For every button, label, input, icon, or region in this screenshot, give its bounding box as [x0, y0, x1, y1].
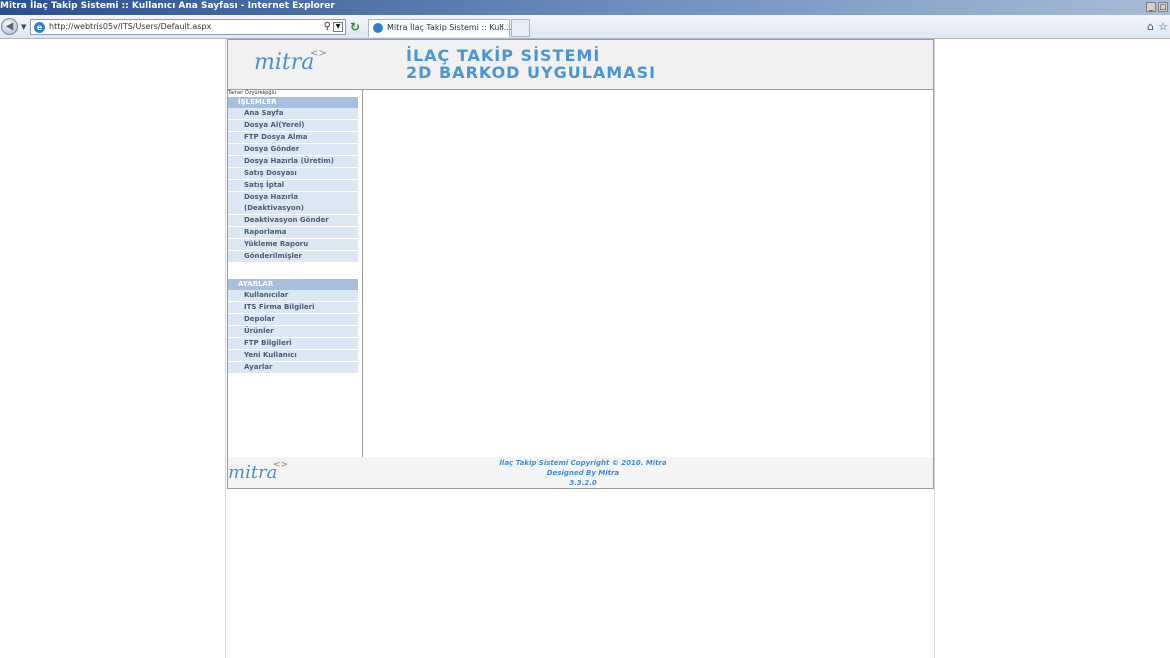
favorites-star-icon[interactable]: ☆	[1158, 20, 1168, 33]
address-bar[interactable]: e http://webtris05v/ITS/Users/Default.as…	[30, 19, 346, 35]
menu-item-ftp-bilgileri[interactable]: FTP Bilgileri	[228, 338, 358, 350]
site-header: mitra <> İLAÇ TAKİP SİSTEMİ 2D BARKOD UY…	[228, 40, 933, 90]
menu-item-dosya-al-yerel[interactable]: Dosya Al(Yerel)	[228, 120, 358, 132]
sidebar: Tamer Özyürekoğlu İŞLEMLER Ana Sayfa Dos…	[228, 90, 363, 457]
back-icon[interactable]: ◀	[1, 18, 18, 35]
minimize-button[interactable]: _	[1146, 2, 1156, 12]
main-content	[364, 90, 933, 457]
menu-item-depolar[interactable]: Depolar	[228, 314, 358, 326]
menu-item-dosya-hazirla-uretim[interactable]: Dosya Hazırla (Üretim)	[228, 156, 358, 168]
window-title: Mitra İlaç Takip Sistemi :: Kullanıcı An…	[0, 1, 335, 11]
close-tab-icon[interactable]: ×	[498, 22, 505, 31]
tab-title[interactable]: Mitra İlaç Takip Sistemi :: Kull...	[387, 23, 511, 32]
history-dropdown-icon[interactable]: ▼	[21, 23, 26, 31]
menu-islemler: İŞLEMLER Ana Sayfa Dosya Al(Yerel) FTP D…	[228, 97, 358, 263]
browser-navbar: ◀ ▼ e http://webtris05v/ITS/Users/Defaul…	[0, 15, 1170, 39]
menu-item-dosya-gonder[interactable]: Dosya Gönder	[228, 144, 358, 156]
footer-text: İlaç Takip Sistemi Copyright © 2010. Mit…	[428, 458, 738, 488]
menu-header-ayarlar: AYARLAR	[228, 279, 358, 290]
window-titlebar: Mitra İlaç Takip Sistemi :: Kullanıcı An…	[0, 0, 1170, 15]
site-container: mitra <> İLAÇ TAKİP SİSTEMİ 2D BARKOD UY…	[227, 39, 934, 489]
menu-item-urunler[interactable]: Ürünler	[228, 326, 358, 338]
menu-item-its-firma-bilgileri[interactable]: ITS Firma Bilgileri	[228, 302, 358, 314]
app-title: İLAÇ TAKİP SİSTEMİ 2D BARKOD UYGULAMASI	[406, 47, 656, 81]
mitra-logo: mitra	[254, 50, 315, 75]
address-dropdown-icon[interactable]: ▼	[333, 22, 343, 32]
window-controls: _ □	[1146, 2, 1168, 12]
footer-logo-mark: <>	[273, 460, 289, 470]
ie-page-icon: e	[34, 22, 45, 33]
menu-header-islemler: İŞLEMLER	[228, 97, 358, 108]
menu-item-satis-dosyasi[interactable]: Satış Dosyası	[228, 168, 358, 180]
browser-tab[interactable]: Mitra İlaç Takip Sistemi :: Kull... ×	[368, 19, 511, 37]
new-tab-button[interactable]	[511, 19, 530, 37]
menu-item-dosya-hazirla-deaktivasyon[interactable]: Dosya Hazırla (Deaktivasyon)	[228, 192, 358, 215]
refresh-icon[interactable]: ↻	[350, 20, 360, 34]
logged-in-user: Tamer Özyürekoğlu	[228, 90, 277, 96]
maximize-button[interactable]: □	[1158, 2, 1168, 12]
address-url[interactable]: http://webtris05v/ITS/Users/Default.aspx	[49, 22, 211, 31]
menu-ayarlar: AYARLAR Kullanıcılar ITS Firma Bilgileri…	[228, 279, 358, 374]
menu-item-ayarlar[interactable]: Ayarlar	[228, 362, 358, 374]
menu-item-deaktivasyon-gonder[interactable]: Deaktivasyon Gönder	[228, 215, 358, 227]
footer-logo: mitra	[228, 462, 278, 483]
app-title-line1: İLAÇ TAKİP SİSTEMİ	[406, 46, 601, 65]
page-background: mitra <> İLAÇ TAKİP SİSTEMİ 2D BARKOD UY…	[225, 39, 935, 658]
menu-item-gonderilmisler[interactable]: Gönderilmişler	[228, 251, 358, 263]
footer-version: 3.3.2.0	[569, 479, 597, 487]
footer-copyright: İlaç Takip Sistemi Copyright © 2010. Mit…	[499, 459, 667, 467]
menu-item-yeni-kullanici[interactable]: Yeni Kullanıcı	[228, 350, 358, 362]
footer-designed-by: Designed By Mitra	[546, 469, 620, 477]
menu-item-satis-iptal[interactable]: Satış İptal	[228, 180, 358, 192]
app-title-line2: 2D BARKOD UYGULAMASI	[406, 63, 657, 82]
menu-item-raporlama[interactable]: Raporlama	[228, 227, 358, 239]
mitra-logo-mark: <>	[310, 48, 327, 59]
menu-item-yukleme-raporu[interactable]: Yükleme Raporu	[228, 239, 358, 251]
site-footer: mitra <> İlaç Takip Sistemi Copyright © …	[228, 457, 933, 488]
menu-item-ana-sayfa[interactable]: Ana Sayfa	[228, 108, 358, 120]
home-icon[interactable]: ⌂	[1147, 20, 1154, 33]
menu-item-ftp-dosya-alma[interactable]: FTP Dosya Alma	[228, 132, 358, 144]
search-icon[interactable]: ⚲	[324, 21, 331, 32]
menu-item-kullanicilar[interactable]: Kullanıcılar	[228, 290, 358, 302]
tab-ie-icon	[373, 23, 383, 33]
